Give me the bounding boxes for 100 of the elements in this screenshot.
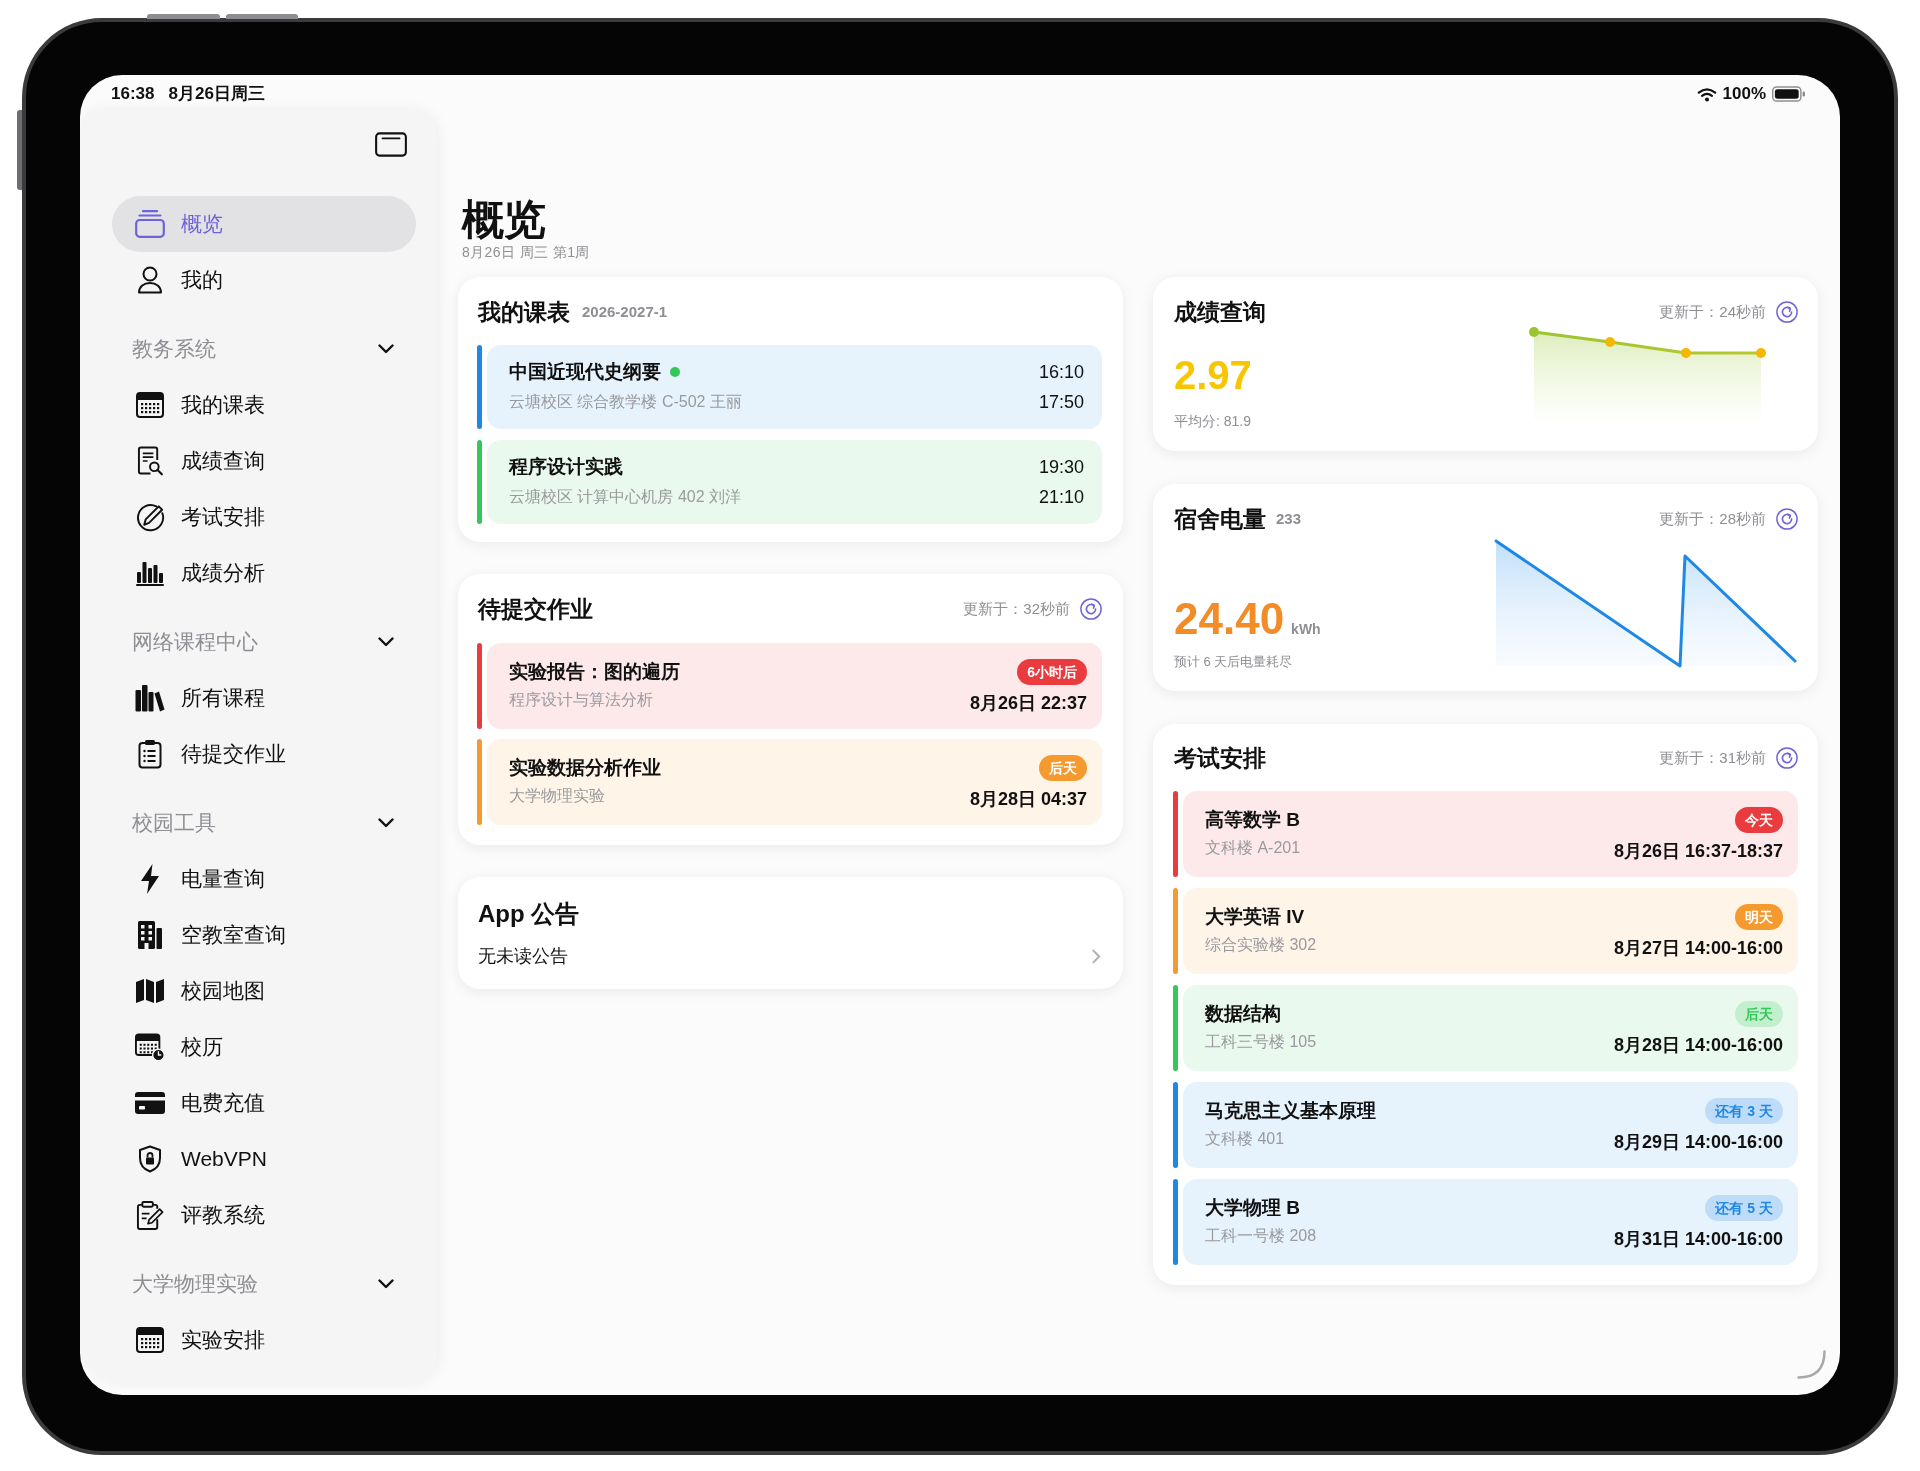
refresh-button[interactable] bbox=[1776, 747, 1798, 769]
updated-time: 更新于：24秒前 bbox=[1659, 302, 1766, 322]
chevron-right-icon bbox=[1092, 948, 1101, 964]
calendar-icon bbox=[136, 1327, 164, 1353]
chevron-down-icon bbox=[378, 344, 394, 354]
course-details: 云塘校区 计算中心机房 402 刘洋 bbox=[509, 487, 742, 507]
end-time: 21:10 bbox=[1038, 486, 1084, 509]
card-title: 宿舍电量 bbox=[1174, 505, 1266, 534]
clipboard-list-icon bbox=[138, 739, 162, 769]
exam-room: 工科一号楼 208 bbox=[1205, 1226, 1317, 1246]
resize-handle-icon bbox=[1797, 1350, 1826, 1379]
course-row[interactable]: 中国近现代史纲要 云塘校区 综合教学楼 C-502 王丽 16:10 17:50 bbox=[487, 345, 1102, 429]
assignment-row[interactable]: 实验报告：图的遍历 程序设计与算法分析 6小时后 8月26日 22:37 bbox=[487, 643, 1102, 729]
countdown-badge: 还有 3 天 bbox=[1705, 1098, 1783, 1124]
data-point bbox=[1529, 327, 1539, 337]
course-row[interactable]: 程序设计实践 云塘校区 计算中心机房 402 刘洋 19:30 21:10 bbox=[487, 440, 1102, 524]
exam-row[interactable]: 数据结构 工科三号楼 105 后天 8月28日 14:00-16:00 bbox=[1183, 985, 1798, 1071]
clipboard-pencil-icon bbox=[136, 1200, 164, 1230]
sidebar-item[interactable]: 考试安排 bbox=[112, 489, 416, 545]
start-time: 19:30 bbox=[1038, 456, 1084, 479]
card-title: 待提交作业 bbox=[478, 595, 593, 624]
sidebar-item[interactable]: 成绩查询 bbox=[112, 433, 416, 489]
sidebar-item[interactable]: 待提交作业 bbox=[112, 726, 416, 782]
sidebar-item[interactable]: 评教系统 bbox=[112, 1187, 416, 1243]
pencil-circle-icon bbox=[135, 502, 165, 532]
page-title: 概览 bbox=[462, 196, 546, 244]
countdown-badge: 明天 bbox=[1735, 904, 1783, 930]
countdown-badge: 今天 bbox=[1735, 807, 1783, 833]
exam-row[interactable]: 大学物理 B 工科一号楼 208 还有 5 天 8月31日 14:00-16:00 bbox=[1183, 1179, 1798, 1265]
exam-room: 文科楼 401 bbox=[1205, 1129, 1286, 1149]
course-title: 中国近现代史纲要 bbox=[509, 360, 661, 384]
exam-row[interactable]: 大学英语 IV 综合实验楼 302 明天 8月27日 14:00-16:00 bbox=[1183, 888, 1798, 974]
sidebar-item[interactable]: 校历 bbox=[112, 1019, 416, 1075]
hardware-rocker-drawing bbox=[226, 14, 298, 19]
data-point bbox=[1756, 348, 1766, 358]
average-score: 平均分: 81.9 bbox=[1174, 412, 1252, 431]
refresh-button[interactable] bbox=[1080, 598, 1102, 620]
unit-label: kWh bbox=[1291, 620, 1321, 638]
person-icon bbox=[137, 266, 163, 294]
sidebar-item[interactable]: 我的 bbox=[112, 252, 416, 308]
calendar-icon bbox=[136, 392, 164, 418]
assignment-row[interactable]: 实验数据分析作业 大学物理实验 后天 8月28日 04:37 bbox=[487, 739, 1102, 825]
page-subtitle: 8月26日 周三 第1周 bbox=[462, 244, 590, 260]
card-title: 考试安排 bbox=[1174, 744, 1266, 773]
due-date: 8月26日 22:37 bbox=[969, 692, 1087, 715]
sidebar-item[interactable]: 空教室查询 bbox=[112, 907, 416, 963]
sidebar-item[interactable]: 实验安排 bbox=[112, 1312, 416, 1368]
assignment-course: 程序设计与算法分析 bbox=[509, 690, 654, 710]
assignment-title: 实验报告：图的遍历 bbox=[509, 660, 680, 684]
books-icon bbox=[135, 684, 165, 712]
bar-chart-icon bbox=[136, 560, 164, 586]
sidebar-item[interactable]: 所有课程 bbox=[112, 670, 416, 726]
updated-time: 更新于：32秒前 bbox=[963, 599, 1070, 619]
sidebar-panel-icon bbox=[375, 131, 407, 157]
exam-time: 8月27日 14:00-16:00 bbox=[1613, 937, 1783, 960]
building-icon bbox=[137, 920, 163, 950]
sidebar-item[interactable]: 校园地图 bbox=[112, 963, 416, 1019]
data-point bbox=[1605, 337, 1615, 347]
end-time: 17:50 bbox=[1038, 391, 1084, 414]
updated-time: 更新于：28秒前 bbox=[1659, 509, 1766, 529]
calendar-clock-icon bbox=[135, 1032, 165, 1062]
sidebar-item[interactable]: 我的课表 bbox=[112, 377, 416, 433]
exam-row[interactable]: 马克思主义基本原理 文科楼 401 还有 3 天 8月29日 14:00-16:00 bbox=[1183, 1082, 1798, 1168]
refresh-button[interactable] bbox=[1776, 508, 1798, 530]
announcement-link[interactable]: 无未读公告 bbox=[478, 943, 1101, 969]
card-title: 成绩查询 bbox=[1174, 298, 1266, 327]
room-number: 233 bbox=[1276, 509, 1302, 529]
countdown-badge: 还有 5 天 bbox=[1705, 1195, 1783, 1221]
exam-time: 8月31日 14:00-16:00 bbox=[1613, 1228, 1783, 1251]
countdown-badge: 后天 bbox=[1735, 1001, 1783, 1027]
sidebar-item[interactable]: 电费充值 bbox=[112, 1075, 416, 1131]
sidebar-item[interactable]: WebVPN bbox=[112, 1131, 416, 1187]
sidebar-item[interactable]: 概览 bbox=[112, 196, 416, 252]
course-details: 云塘校区 综合教学楼 C-502 王丽 bbox=[509, 392, 742, 412]
exam-course: 数据结构 bbox=[1205, 1002, 1282, 1026]
document-search-icon bbox=[137, 446, 163, 476]
sidebar-item[interactable]: 成绩分析 bbox=[112, 545, 416, 601]
refresh-button[interactable] bbox=[1776, 301, 1798, 323]
exam-course: 大学英语 IV bbox=[1205, 905, 1306, 929]
lightning-bolt-icon bbox=[140, 864, 160, 894]
exam-course: 高等数学 B bbox=[1205, 808, 1301, 832]
sidebar-item[interactable]: 电量查询 bbox=[112, 851, 416, 907]
battery-percent: 100% bbox=[1722, 83, 1766, 105]
exam-time: 8月29日 14:00-16:00 bbox=[1613, 1131, 1783, 1154]
stacked-cards-icon bbox=[135, 210, 165, 238]
balance-value: 24.40 bbox=[1174, 595, 1285, 643]
card-title: 我的课表 bbox=[478, 298, 570, 327]
gpa-value: 2.97 bbox=[1174, 352, 1252, 399]
sidebar-toggle-button[interactable] bbox=[374, 130, 408, 158]
updated-time: 更新于：31秒前 bbox=[1659, 748, 1766, 768]
exam-time: 8月26日 16:37-18:37 bbox=[1613, 840, 1783, 863]
term-label: 2026-2027-1 bbox=[582, 302, 668, 322]
refresh-icon bbox=[1776, 508, 1798, 530]
countdown-badge: 6小时后 bbox=[1017, 659, 1087, 685]
shield-lock-icon bbox=[138, 1145, 162, 1173]
depletion-forecast: 预计 6 天后电量耗尽 bbox=[1174, 653, 1294, 671]
exam-row[interactable]: 高等数学 B 文科楼 A-201 今天 8月26日 16:37-18:37 bbox=[1183, 791, 1798, 877]
countdown-badge: 后天 bbox=[1039, 755, 1087, 781]
course-title: 程序设计实践 bbox=[509, 455, 623, 479]
assignment-title: 实验数据分析作业 bbox=[509, 756, 661, 780]
